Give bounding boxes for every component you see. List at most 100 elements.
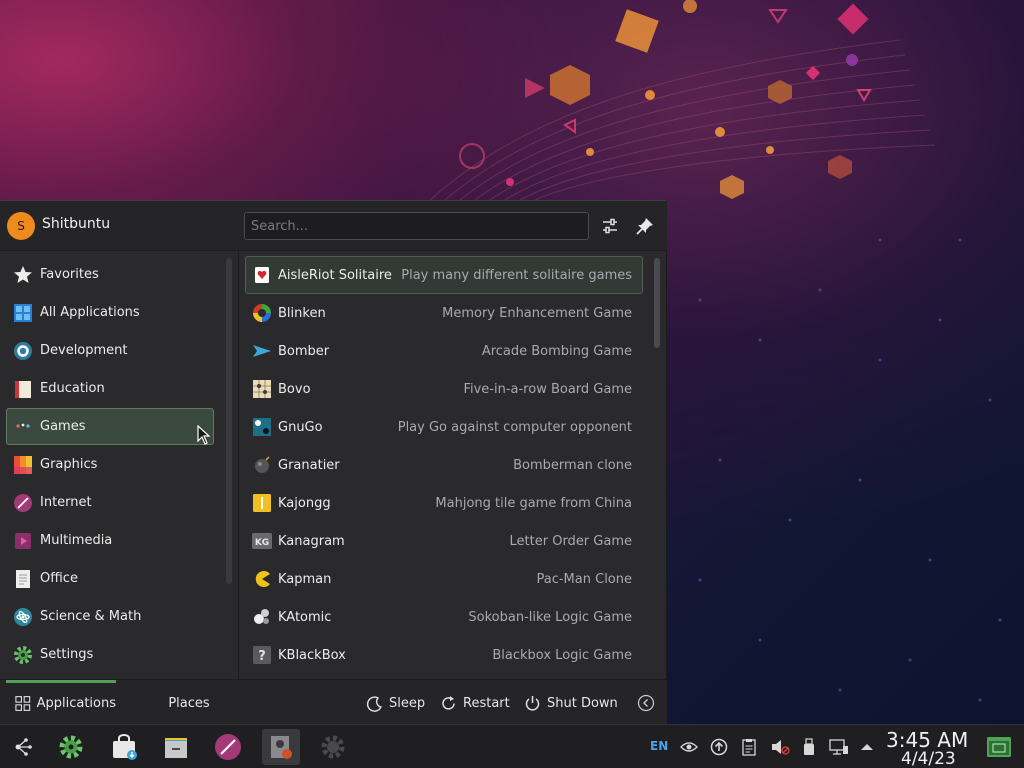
tab-places[interactable]: Places (150, 680, 228, 726)
restart-button[interactable]: Restart (440, 680, 510, 726)
app-item-bovo[interactable]: Bovo Five-in-a-row Board Game (245, 370, 643, 408)
category-education[interactable]: Education (6, 370, 214, 407)
app-name: AisleRiot Solitaire (278, 267, 392, 283)
app-item-granatier[interactable]: Granatier Bomberman clone (245, 446, 643, 484)
app-item-bomber[interactable]: Bomber Arcade Bombing Game (245, 332, 643, 370)
app-description: Arcade Bombing Game (481, 343, 632, 359)
app-description: Mahjong tile game from China (435, 495, 632, 511)
category-games[interactable]: Games (6, 408, 214, 445)
education-icon (12, 378, 34, 400)
keyboard-layout-indicator[interactable]: EN (650, 739, 668, 753)
app-item-kanagram[interactable]: KG Kanagram Letter Order Game (245, 522, 643, 560)
eye-icon (680, 742, 698, 752)
pin-button[interactable] (632, 213, 658, 239)
app-item-gnugo[interactable]: GnuGo Play Go against computer opponent (245, 408, 643, 446)
tray-network[interactable] (828, 737, 850, 757)
app-name: Kajongg (278, 495, 331, 511)
category-label: Games (40, 419, 86, 434)
tray-volume[interactable] (769, 737, 791, 757)
tab-applications[interactable]: Applications (6, 680, 116, 726)
kanagram-icon: KG (252, 531, 272, 551)
category-all-applications[interactable]: All Applications (6, 294, 214, 331)
app-list-scrollbar[interactable] (654, 258, 660, 348)
update-icon (710, 738, 728, 756)
app-item-kapman[interactable]: Kapman Pac-Man Clone (245, 560, 643, 598)
gear-icon (321, 735, 345, 759)
tray-updates[interactable] (709, 737, 729, 757)
category-scrollbar[interactable] (226, 258, 232, 584)
show-desktop-button[interactable] (980, 729, 1018, 765)
app-description: Pac-Man Clone (536, 571, 633, 587)
app-name: Bovo (278, 381, 311, 397)
app-description: Memory Enhancement Game (442, 305, 632, 321)
category-label: Science & Math (40, 609, 142, 624)
atom-icon (252, 607, 272, 627)
network-wired-icon (829, 739, 848, 755)
app-name: Granatier (278, 457, 340, 473)
category-label: Graphics (40, 457, 98, 472)
bomb-icon (252, 455, 272, 475)
category-internet[interactable]: Internet (6, 484, 214, 521)
category-multimedia[interactable]: Multimedia (6, 522, 214, 559)
clock-date[interactable]: 4/4/23 (901, 749, 956, 768)
taskbar-settings-app[interactable] (314, 729, 352, 765)
configure-button[interactable] (597, 213, 623, 239)
taskbar-game-app[interactable] (262, 729, 300, 765)
category-settings[interactable]: Settings (6, 636, 214, 673)
app-item-aisleriot[interactable]: AisleRiot Solitaire Play many different … (245, 256, 643, 294)
shutdown-button[interactable]: Shut Down (524, 680, 618, 726)
app-item-kajongg[interactable]: Kajongg Mahjong tile game from China (245, 484, 643, 522)
shutdown-label: Shut Down (547, 695, 618, 711)
restart-icon (440, 695, 457, 712)
sleep-button[interactable]: Sleep (366, 680, 425, 726)
chevron-left-icon (637, 694, 655, 712)
graphics-icon (12, 454, 34, 476)
taskbar-system-settings[interactable] (52, 729, 90, 765)
bovo-icon (252, 379, 272, 399)
category-label: Settings (40, 647, 94, 662)
office-icon (12, 568, 34, 590)
launcher-button[interactable] (2, 729, 40, 765)
svg-text:KG: KG (255, 538, 269, 548)
app-name: Kanagram (278, 533, 345, 549)
app-name: GnuGo (278, 419, 323, 435)
folder-icon (165, 738, 187, 758)
category-label: All Applications (40, 305, 140, 320)
taskbar-discover[interactable] (105, 729, 143, 765)
tray-expand[interactable] (858, 737, 876, 757)
app-description: Five-in-a-row Board Game (463, 381, 632, 397)
app-item-kblackbox[interactable]: ? KBlackBox Blackbox Logic Game (245, 636, 643, 674)
category-science-math[interactable]: Science & Math (6, 598, 214, 635)
science-icon (12, 606, 34, 628)
taskbar: EN 3:45 AM 4/4/23 (0, 724, 1024, 768)
category-label: Multimedia (40, 533, 113, 548)
category-office[interactable]: Office (6, 560, 214, 597)
settings-icon (12, 644, 34, 666)
taskbar-browser[interactable] (209, 729, 247, 765)
clipboard-icon (742, 739, 756, 756)
sleep-icon (366, 695, 383, 712)
multimedia-icon (12, 530, 34, 552)
category-graphics[interactable]: Graphics (6, 446, 214, 483)
tray-eye[interactable] (679, 737, 699, 757)
power-icon (524, 695, 541, 712)
avatar[interactable]: S (7, 212, 35, 240)
tray-clipboard[interactable] (739, 737, 759, 757)
tray-usb[interactable] (799, 737, 819, 757)
app-item-blinken[interactable]: Blinken Memory Enhancement Game (245, 294, 643, 332)
app-name: Bomber (278, 343, 330, 359)
plane-icon (252, 341, 272, 361)
search-input[interactable] (244, 212, 589, 240)
app-name: Kapman (278, 571, 332, 587)
more-power-options-button[interactable] (637, 680, 655, 726)
sleep-label: Sleep (389, 695, 426, 711)
category-favorites[interactable]: Favorites (6, 256, 214, 293)
settings-icon (59, 735, 83, 759)
category-label: Favorites (40, 267, 99, 282)
app-item-katomic[interactable]: KAtomic Sokoban-like Logic Game (245, 598, 643, 636)
tab-label: Places (168, 695, 210, 711)
category-development[interactable]: Development (6, 332, 214, 369)
development-icon (12, 340, 34, 362)
internet-icon (12, 492, 34, 514)
taskbar-file-manager[interactable] (157, 729, 195, 765)
